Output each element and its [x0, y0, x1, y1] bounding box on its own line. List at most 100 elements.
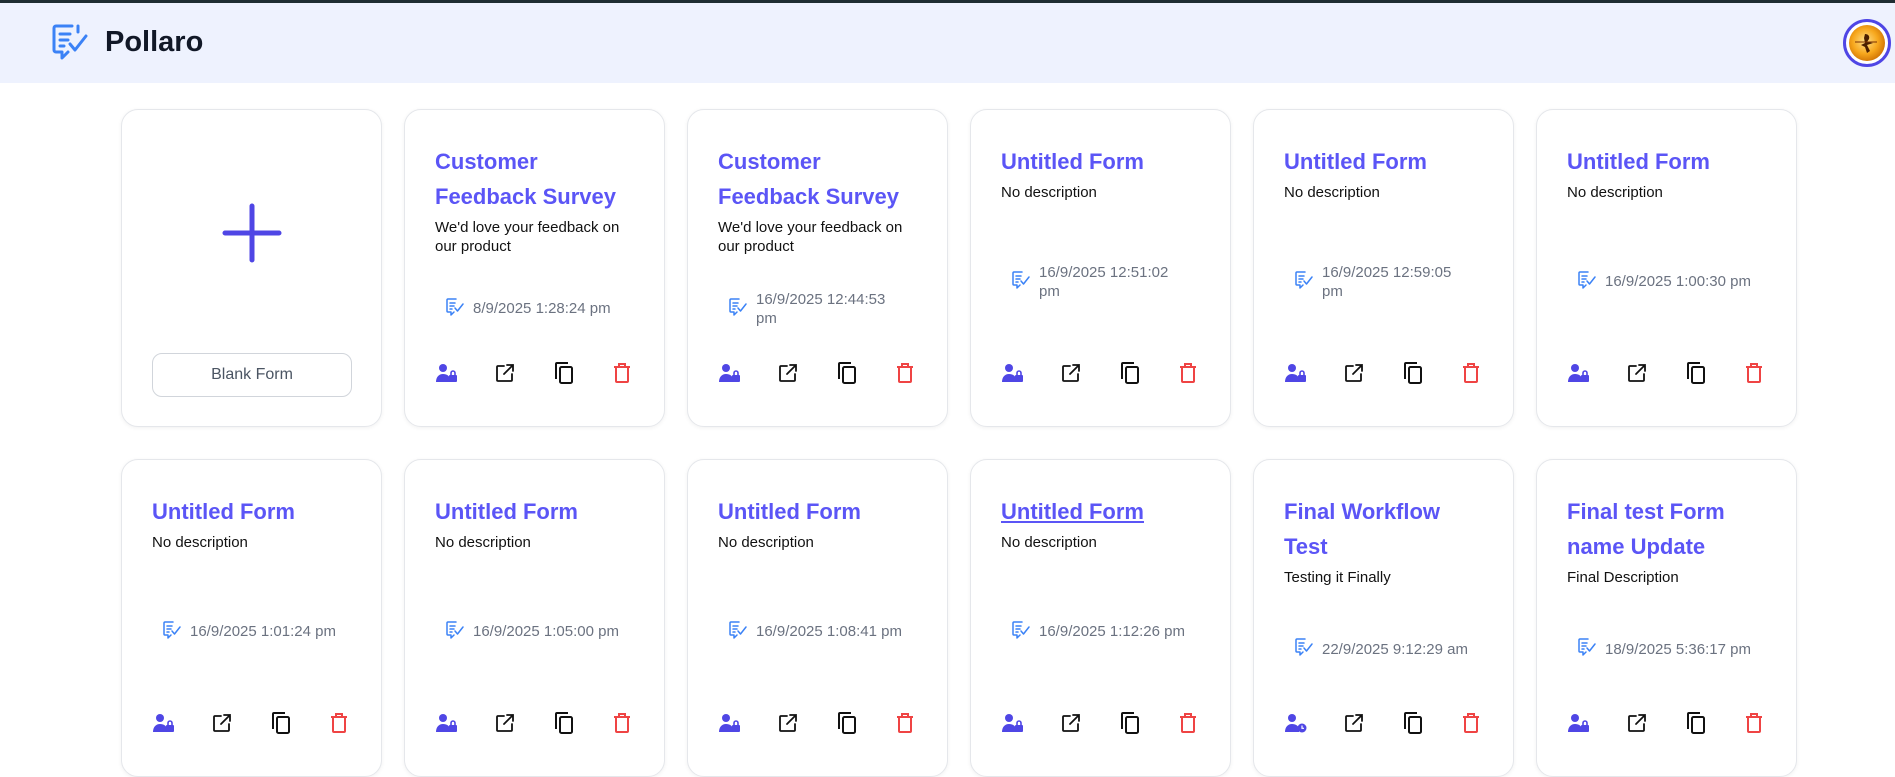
- trash-icon[interactable]: [1459, 711, 1483, 735]
- form-card[interactable]: Customer Feedback Survey We'd love your …: [687, 109, 948, 427]
- form-card[interactable]: Customer Feedback Survey We'd love your …: [404, 109, 665, 427]
- open-external-icon[interactable]: [1059, 361, 1083, 385]
- trash-icon[interactable]: [1742, 711, 1766, 735]
- copy-icon[interactable]: [1118, 361, 1142, 385]
- open-external-icon[interactable]: [1342, 711, 1366, 735]
- form-card[interactable]: Untitled Form No description 16/9/2025 1…: [970, 109, 1231, 427]
- form-card[interactable]: Untitled Form No description 16/9/2025 1…: [404, 459, 665, 777]
- form-card[interactable]: Untitled Form No description 16/9/2025 1…: [970, 459, 1231, 777]
- form-date: 16/9/2025: [1039, 623, 1106, 640]
- form-actions: [688, 711, 947, 735]
- copy-icon[interactable]: [835, 711, 859, 735]
- form-title[interactable]: Customer Feedback Survey: [405, 144, 664, 214]
- form-date: 16/9/2025: [473, 623, 540, 640]
- form-title[interactable]: Untitled Form: [688, 494, 947, 529]
- form-time: 1:00:30 pm: [1675, 273, 1751, 290]
- form-card[interactable]: Final test Form name Update Final Descri…: [1536, 459, 1797, 777]
- user-lock-icon[interactable]: [1001, 361, 1025, 385]
- form-time: 9:12:29 am: [1392, 640, 1468, 658]
- user-lock-icon[interactable]: [718, 361, 742, 385]
- trash-icon[interactable]: [893, 711, 917, 735]
- user-lock-icon[interactable]: [1284, 361, 1308, 385]
- copy-icon[interactable]: [552, 361, 576, 385]
- open-external-icon[interactable]: [1059, 711, 1083, 735]
- trash-icon[interactable]: [1459, 361, 1483, 385]
- form-card[interactable]: Untitled Form No description 16/9/2025 1…: [121, 459, 382, 777]
- form-card[interactable]: Final Workflow Test Testing it Finally 2…: [1253, 459, 1514, 777]
- form-title[interactable]: Final Workflow Test: [1254, 494, 1513, 564]
- copy-icon[interactable]: [552, 711, 576, 735]
- open-external-icon[interactable]: [493, 361, 517, 385]
- form-description: No description: [435, 534, 531, 551]
- form-title[interactable]: Untitled Form: [971, 144, 1230, 179]
- form-title[interactable]: Untitled Form: [1537, 144, 1796, 179]
- form-check-icon: [445, 297, 465, 321]
- open-external-icon[interactable]: [1342, 361, 1366, 385]
- copy-icon[interactable]: [1118, 711, 1142, 735]
- form-meta-area: 16/9/2025 1:12:26 pm: [971, 552, 1230, 711]
- open-external-icon[interactable]: [776, 711, 800, 735]
- form-actions: [971, 361, 1230, 385]
- user-lock-icon[interactable]: [1001, 711, 1025, 735]
- form-date: 16/9/2025: [756, 290, 823, 308]
- timestamp-text: 8/9/2025 1:28:24 pm: [473, 299, 611, 318]
- user-lock-icon[interactable]: [435, 711, 459, 735]
- form-date: 16/9/2025: [1322, 263, 1389, 281]
- form-timestamp: 16/9/2025 1:08:41 pm: [728, 620, 902, 644]
- blank-form-button[interactable]: Blank Form: [152, 353, 352, 397]
- copy-icon[interactable]: [1684, 361, 1708, 385]
- form-timestamp: 16/9/2025 1:05:00 pm: [445, 620, 619, 644]
- form-date: 16/9/2025: [756, 623, 823, 640]
- copy-icon[interactable]: [269, 711, 293, 735]
- copy-icon[interactable]: [1684, 711, 1708, 735]
- form-timestamp: 18/9/2025 5:36:17 pm: [1577, 637, 1751, 661]
- form-description: No description: [1001, 184, 1097, 201]
- open-external-icon[interactable]: [493, 711, 517, 735]
- form-card[interactable]: Untitled Form No description 16/9/2025 1…: [1253, 109, 1514, 427]
- open-external-icon[interactable]: [776, 361, 800, 385]
- form-title[interactable]: Customer Feedback Survey: [688, 144, 947, 214]
- user-lock-icon[interactable]: [1567, 711, 1591, 735]
- plus-icon[interactable]: [222, 203, 282, 263]
- trash-icon[interactable]: [1176, 711, 1200, 735]
- form-title[interactable]: Final test Form name Update: [1537, 494, 1796, 564]
- timestamp-text: 16/9/2025 1:08:41 pm: [756, 622, 902, 641]
- form-title[interactable]: Untitled Form: [1254, 144, 1513, 179]
- form-card[interactable]: Untitled Form No description 16/9/2025 1…: [1536, 109, 1797, 427]
- user-clock-icon[interactable]: [1284, 711, 1308, 735]
- copy-icon[interactable]: [1401, 711, 1425, 735]
- user-avatar[interactable]: [1843, 19, 1891, 67]
- user-lock-icon[interactable]: [718, 711, 742, 735]
- user-lock-icon[interactable]: [435, 361, 459, 385]
- trash-icon[interactable]: [1742, 361, 1766, 385]
- form-time: 1:08:41 pm: [826, 623, 902, 640]
- form-title[interactable]: Untitled Form: [122, 494, 381, 529]
- form-check-icon: [1294, 270, 1314, 294]
- open-external-icon[interactable]: [1625, 711, 1649, 735]
- trash-icon[interactable]: [610, 711, 634, 735]
- open-external-icon[interactable]: [1625, 361, 1649, 385]
- app-brand[interactable]: Pollaro: [105, 26, 203, 59]
- trash-icon[interactable]: [327, 711, 351, 735]
- open-external-icon[interactable]: [210, 711, 234, 735]
- timestamp-text: 16/9/2025 12:59:05 pm: [1322, 263, 1462, 301]
- user-lock-icon[interactable]: [152, 711, 176, 735]
- form-date: 18/9/2025: [1605, 640, 1672, 658]
- blank-form-card[interactable]: Blank Form: [121, 109, 382, 427]
- trash-icon[interactable]: [610, 361, 634, 385]
- timestamp-text: 18/9/2025 5:36:17 pm: [1605, 640, 1751, 659]
- copy-icon[interactable]: [835, 361, 859, 385]
- form-card[interactable]: Untitled Form No description 16/9/2025 1…: [687, 459, 948, 777]
- form-check-icon: [1011, 620, 1031, 644]
- form-title[interactable]: Untitled Form: [405, 494, 664, 529]
- trash-icon[interactable]: [893, 361, 917, 385]
- form-timestamp: 8/9/2025 1:28:24 pm: [445, 297, 611, 321]
- form-meta-area: 22/9/2025 9:12:29 am: [1254, 587, 1513, 711]
- copy-icon[interactable]: [1401, 361, 1425, 385]
- form-title[interactable]: Untitled Form: [971, 494, 1230, 529]
- trash-icon[interactable]: [1176, 361, 1200, 385]
- form-description: Testing it Finally: [1284, 569, 1391, 586]
- form-check-icon: [1577, 637, 1597, 661]
- user-lock-icon[interactable]: [1567, 361, 1591, 385]
- form-check-logo-icon[interactable]: [50, 22, 90, 62]
